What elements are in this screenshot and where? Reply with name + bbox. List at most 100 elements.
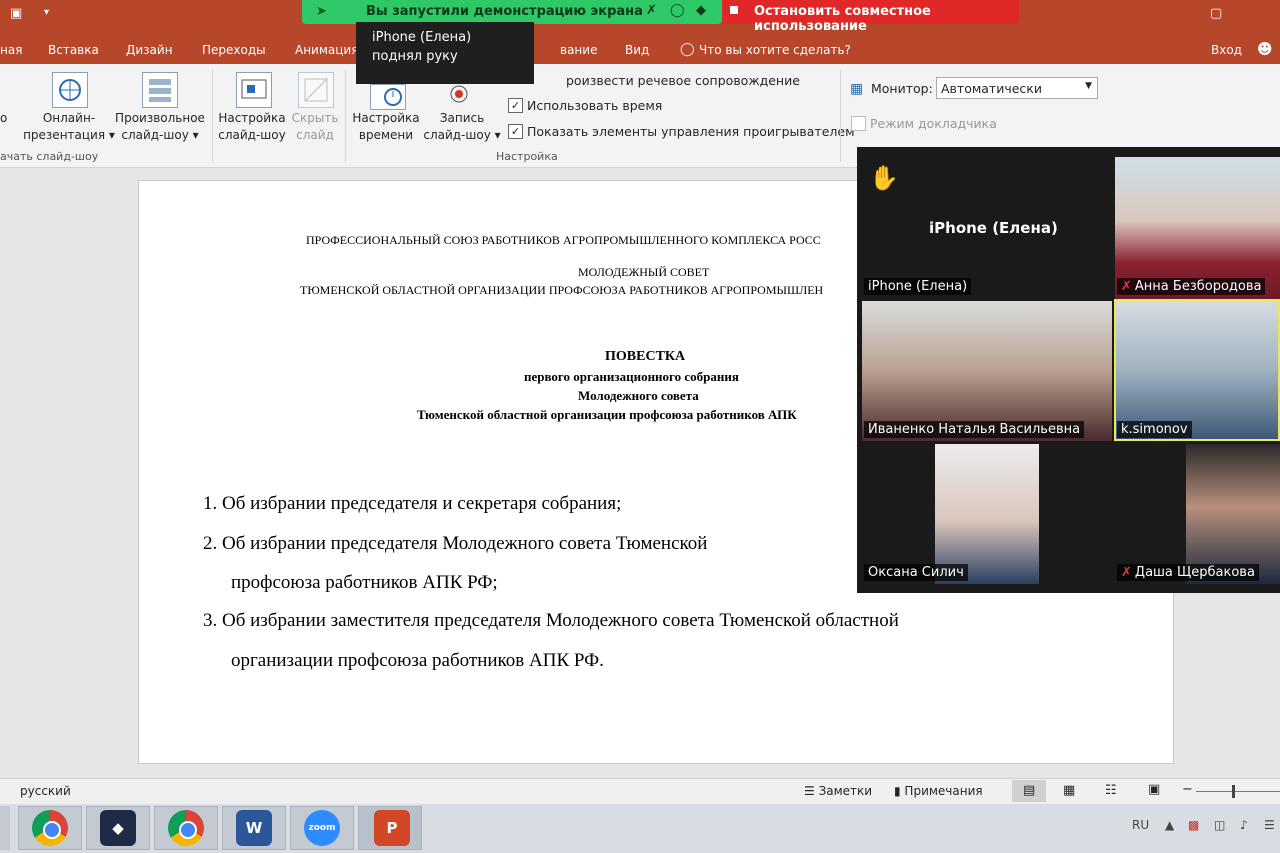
notes-icon: ☰ — [804, 784, 819, 798]
monitor-select[interactable]: Автоматически ▼ — [936, 77, 1098, 99]
online-presentation-icon[interactable] — [52, 72, 88, 108]
setup-label-2: слайд-шоу — [218, 128, 286, 142]
setup-label-1: Настройка — [218, 111, 286, 125]
zoom-out-icon[interactable]: − — [1182, 782, 1193, 797]
timing-label-1: Настройка — [352, 111, 420, 125]
zoom-slider-thumb[interactable] — [1232, 785, 1235, 798]
mic-icon[interactable]: ✗ — [646, 3, 657, 18]
sign-in-link[interactable]: Вход — [1211, 43, 1242, 57]
hide-label-2: слайд — [296, 128, 334, 142]
agenda-item-1: 1. Об избрании председателя и секретаря … — [203, 493, 622, 514]
rehearse-timings-button[interactable]: Настройка времени — [348, 110, 424, 144]
group-start-slideshow: ачать слайд-шоу — [0, 150, 99, 163]
presenter-view-label: Режим докладчика — [870, 116, 997, 131]
chevron-down-icon: ▼ — [1085, 81, 1092, 91]
play-narrations-checkbox[interactable]: роизвести речевое сопровождение — [566, 73, 800, 88]
slide-sorter-icon[interactable]: ▦ — [1063, 783, 1075, 798]
tab-insert[interactable]: Вставка — [48, 43, 99, 57]
show-media-controls-checkbox[interactable]: ✓ — [508, 124, 523, 139]
zoom-share-status-bar: ➤ Вы запустили демонстрацию экрана ✗ ◯ ◆ — [302, 0, 722, 24]
slide-subtitle-2: Молодежного совета — [578, 388, 699, 403]
tab-view[interactable]: Вид — [625, 43, 649, 57]
slide-header-organization: ТЮМЕНСКОЙ ОБЛАСТНОЙ ОРГАНИЗАЦИИ ПРОФСОЮЗ… — [300, 283, 824, 297]
rehearse-timings-icon[interactable] — [370, 84, 406, 110]
record-slideshow-button[interactable]: Запись слайд-шоу ▾ — [422, 110, 502, 144]
chrome-profile-icon — [168, 810, 204, 846]
notes-label: Заметки — [818, 784, 873, 798]
shield-icon[interactable]: ◆ — [696, 3, 706, 18]
qat-dropdown-icon[interactable]: ▾ — [44, 7, 49, 18]
monitor-icon: ▦ — [850, 81, 864, 97]
use-timings-checkbox[interactable]: ✓ — [508, 98, 523, 113]
slide-subtitle-1: первого организационного собрания — [524, 369, 739, 384]
share-person-icon[interactable]: ☻ — [1257, 40, 1273, 58]
participant-name-tag: iPhone (Елена) — [864, 278, 972, 295]
chrome-icon — [32, 810, 68, 846]
raised-hand-icon: ✋ — [869, 164, 899, 192]
notes-button[interactable]: ☰ Заметки — [804, 784, 872, 798]
powerpoint-icon: P — [374, 810, 410, 846]
info-icon[interactable]: ◯ — [670, 3, 685, 18]
custom-slideshow-button[interactable]: Произвольное слайд-шоу ▾ — [112, 110, 208, 144]
comments-button[interactable]: ▮ Примечания — [894, 784, 983, 798]
timing-label-2: времени — [358, 128, 414, 142]
language-indicator[interactable]: русский — [20, 784, 71, 798]
record-slideshow-icon[interactable] — [444, 84, 474, 104]
normal-view-icon: ▤ — [1023, 783, 1036, 798]
agenda-item-2: 2. Об избрании председателя Молодежного … — [203, 533, 708, 554]
input-language-indicator[interactable]: RU — [1132, 818, 1149, 832]
reading-view-icon[interactable]: ☷ — [1105, 783, 1117, 798]
ribbon-separator — [345, 70, 346, 162]
stop-share-label: Остановить совместное использование — [754, 4, 931, 34]
show-media-controls-label: Показать элементы управления проигрывате… — [527, 124, 855, 139]
hide-slide-icon[interactable] — [298, 72, 334, 108]
video-tile-oksana[interactable] — [935, 444, 1039, 584]
participant-name-tag: ✗ Анна Безбородова — [1117, 278, 1266, 295]
stop-share-button[interactable]: Остановить совместное использование — [722, 0, 1019, 34]
pin-icon[interactable]: ➤ — [316, 4, 327, 19]
taskbar-edge — [0, 806, 10, 850]
record-label-1: Запись — [439, 111, 485, 125]
shield-app-icon: ◆ — [100, 810, 136, 846]
group-setup: Настройка — [496, 150, 558, 163]
device-icon[interactable]: ◫ — [1214, 818, 1225, 832]
zoom-slider[interactable] — [1196, 791, 1280, 792]
lightbulb-icon: ◯ — [680, 42, 695, 57]
slide-header-union: ПРОФЕССИОНАЛЬНЫЙ СОЮЗ РАБОТНИКОВ АГРОПРО… — [306, 233, 821, 247]
tell-me-search[interactable]: Что вы хотите сделать? — [699, 43, 851, 57]
tab-animations[interactable]: Анимация — [295, 43, 358, 57]
setup-slideshow-button[interactable]: Настройка слайд-шоу — [216, 110, 288, 144]
slideshow-view-icon[interactable]: ▣ — [1148, 782, 1160, 797]
video-tile-dasha[interactable] — [1186, 444, 1280, 584]
volume-icon[interactable]: ♪ — [1240, 818, 1248, 832]
online-presentation-button[interactable]: Онлайн-презентация ▾ — [22, 110, 116, 144]
video-tile-ivanenko[interactable] — [862, 301, 1112, 441]
network-icon[interactable]: ▩ — [1188, 818, 1199, 832]
wifi-icon[interactable]: ☰ — [1264, 818, 1275, 832]
tab-home[interactable]: ная — [0, 43, 22, 57]
participant-name: Даша Щербакова — [1134, 565, 1255, 580]
participant-name-tag: Оксана Силич — [864, 564, 968, 581]
setup-slideshow-icon[interactable] — [236, 72, 272, 108]
tray-overflow-icon[interactable]: ▲ — [1165, 818, 1174, 832]
slide-title: ПОВЕСТКА — [605, 349, 686, 364]
tab-design[interactable]: Дизайн — [126, 43, 173, 57]
participant-name-tag: Иваненко Наталья Васильевна — [864, 421, 1085, 438]
slideshow-qat-icon[interactable]: ▣ — [10, 6, 22, 21]
presenter-view-checkbox[interactable] — [851, 116, 866, 131]
share-status-text: Вы запустили демонстрацию экрана — [366, 4, 643, 19]
normal-view-button[interactable]: ▤ — [1012, 780, 1046, 802]
ribbon-separator — [840, 70, 841, 162]
ribbon-display-icon[interactable]: ▢ — [1210, 6, 1222, 21]
cut-button-label: о — [0, 111, 8, 125]
video-tile-ksimonov[interactable] — [1114, 299, 1280, 441]
tab-transitions[interactable]: Переходы — [202, 43, 266, 57]
participant-name-tag: k.simonov — [1117, 421, 1192, 438]
hide-slide-button[interactable]: Скрыть слайд — [290, 110, 340, 144]
use-timings-label: Использовать время — [527, 98, 663, 113]
custom-label-2: слайд-шоу ▾ — [121, 128, 199, 142]
custom-slideshow-icon[interactable] — [142, 72, 178, 108]
ribbon-separator — [212, 70, 213, 162]
comments-label: Примечания — [904, 784, 983, 798]
tab-review[interactable]: вание — [560, 43, 597, 57]
